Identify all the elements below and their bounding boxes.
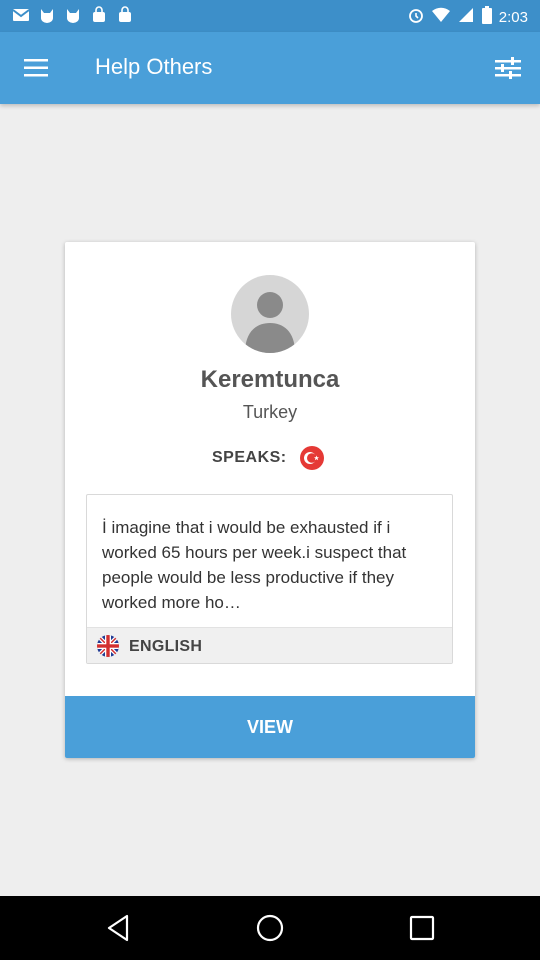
recents-icon[interactable] — [406, 912, 438, 944]
cat-icon — [38, 6, 56, 24]
wifi-icon — [431, 6, 451, 28]
post-language-bar: ENGLISH — [87, 627, 452, 663]
page-title: Help Others — [95, 54, 213, 79]
filter-sliders-icon[interactable] — [486, 46, 530, 90]
uk-flag-icon — [97, 635, 119, 657]
speaks-label: SPEAKS: — [212, 449, 287, 466]
turkey-flag-icon — [300, 446, 324, 470]
status-time: 2:03 — [498, 8, 528, 26]
signal-icon — [457, 6, 475, 28]
app-bar: Help Others — [0, 32, 540, 104]
user-name: Keremtunca — [200, 366, 340, 393]
avatar — [231, 275, 309, 353]
gmail-icon — [12, 6, 30, 24]
battery-icon — [481, 5, 493, 29]
cat-icon — [64, 6, 82, 24]
alarm-icon — [407, 6, 425, 28]
bag-icon — [116, 6, 134, 24]
post-language-label: ENGLISH — [129, 638, 203, 655]
view-button[interactable]: VIEW — [65, 696, 475, 758]
user-country: Turkey — [242, 402, 298, 422]
home-icon[interactable] — [254, 912, 286, 944]
status-bar: 2:03 — [0, 0, 540, 32]
post-preview[interactable]: İ imagine that i would be exhausted if i… — [86, 494, 453, 664]
bag-icon — [90, 6, 108, 24]
profile-card: Keremtunca Turkey SPEAKS: İ imagine that… — [65, 242, 475, 758]
back-icon[interactable] — [102, 912, 134, 944]
post-text: İ imagine that i would be exhausted if i… — [102, 518, 407, 612]
hamburger-menu-icon[interactable] — [14, 46, 58, 90]
system-nav-bar — [0, 896, 540, 960]
